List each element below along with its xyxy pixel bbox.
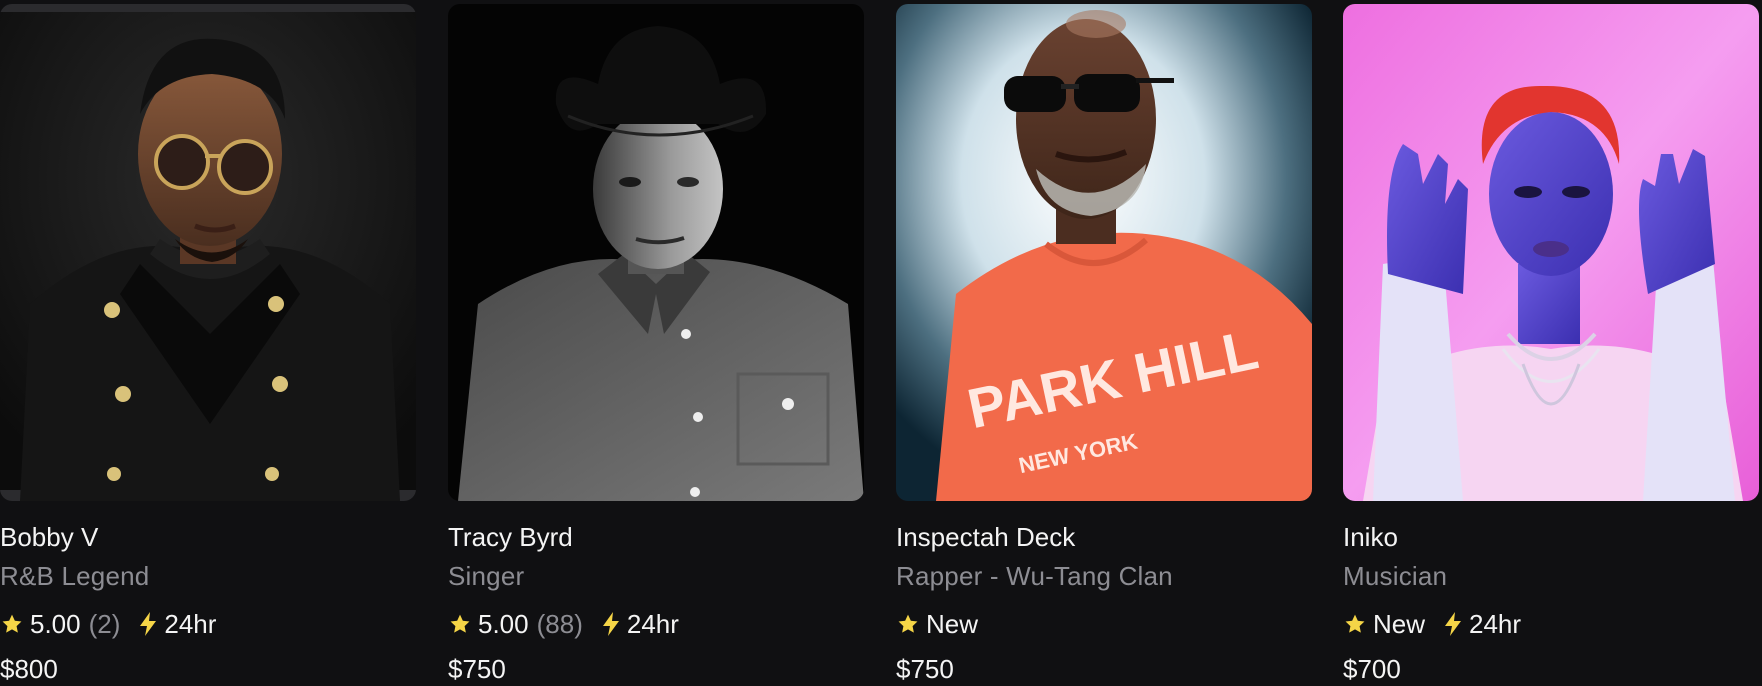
lightning-bolt-icon xyxy=(1445,612,1462,636)
response-time: 24hr xyxy=(1469,608,1522,639)
talent-price: $700 xyxy=(1343,654,1401,684)
talent-name[interactable]: Bobby V xyxy=(0,520,416,554)
talent-name[interactable]: Iniko xyxy=(1343,520,1759,554)
talent-card-bobby-v[interactable]: Bobby V R&B Legend 5.00 (2) 24hr $800 xyxy=(0,4,416,686)
talent-role: R&B Legend xyxy=(0,561,150,591)
talent-meta: 5.00 (2) 24hr xyxy=(0,606,416,642)
review-count: (88) xyxy=(536,608,583,639)
talent-role: Musician xyxy=(1343,561,1448,591)
talent-role: Singer xyxy=(448,561,525,591)
talent-name[interactable]: Inspectah Deck xyxy=(896,520,1312,554)
talent-meta: 5.00 (88) 24hr xyxy=(448,606,864,642)
rating-value: New xyxy=(926,608,979,639)
rating-value: New xyxy=(1373,608,1426,639)
talent-photo[interactable] xyxy=(0,4,416,501)
talent-photo[interactable]: PARK HILL NEW YORK xyxy=(896,4,1312,501)
portrait-image xyxy=(0,4,416,501)
review-count: (2) xyxy=(88,608,121,639)
talent-role: Rapper - Wu-Tang Clan xyxy=(896,561,1173,591)
talent-price: $800 xyxy=(0,654,58,684)
portrait-image xyxy=(1343,4,1759,501)
talent-card-inspectah-deck[interactable]: PARK HILL NEW YORK Inspectah Deck Rapper… xyxy=(896,4,1312,686)
lightning-bolt-icon xyxy=(140,612,157,636)
rating-value: 5.00 xyxy=(478,608,529,639)
star-icon xyxy=(450,614,470,633)
rating-value: 5.00 xyxy=(30,608,81,639)
portrait-image: PARK HILL NEW YORK xyxy=(896,4,1312,501)
talent-card-tracy-byrd[interactable]: Tracy Byrd Singer 5.00 (88) 24hr $750 xyxy=(448,4,864,686)
portrait-image xyxy=(448,4,864,501)
lightning-bolt-icon xyxy=(602,612,619,636)
star-icon xyxy=(898,614,918,633)
talent-price: $750 xyxy=(448,654,506,684)
response-time: 24hr xyxy=(626,608,679,639)
star-icon xyxy=(1345,614,1365,633)
talent-meta: New 24hr xyxy=(1343,606,1759,642)
talent-price: $750 xyxy=(896,654,954,684)
talent-card-iniko[interactable]: Iniko Musician New 24hr $700 xyxy=(1343,4,1759,686)
talent-photo[interactable] xyxy=(1343,4,1759,501)
star-icon xyxy=(2,614,22,633)
talent-grid: Bobby V R&B Legend 5.00 (2) 24hr $800 Tr… xyxy=(0,0,1762,686)
talent-name[interactable]: Tracy Byrd xyxy=(448,520,864,554)
talent-meta: New xyxy=(896,606,1312,642)
response-time: 24hr xyxy=(164,608,217,639)
talent-photo[interactable] xyxy=(448,4,864,501)
